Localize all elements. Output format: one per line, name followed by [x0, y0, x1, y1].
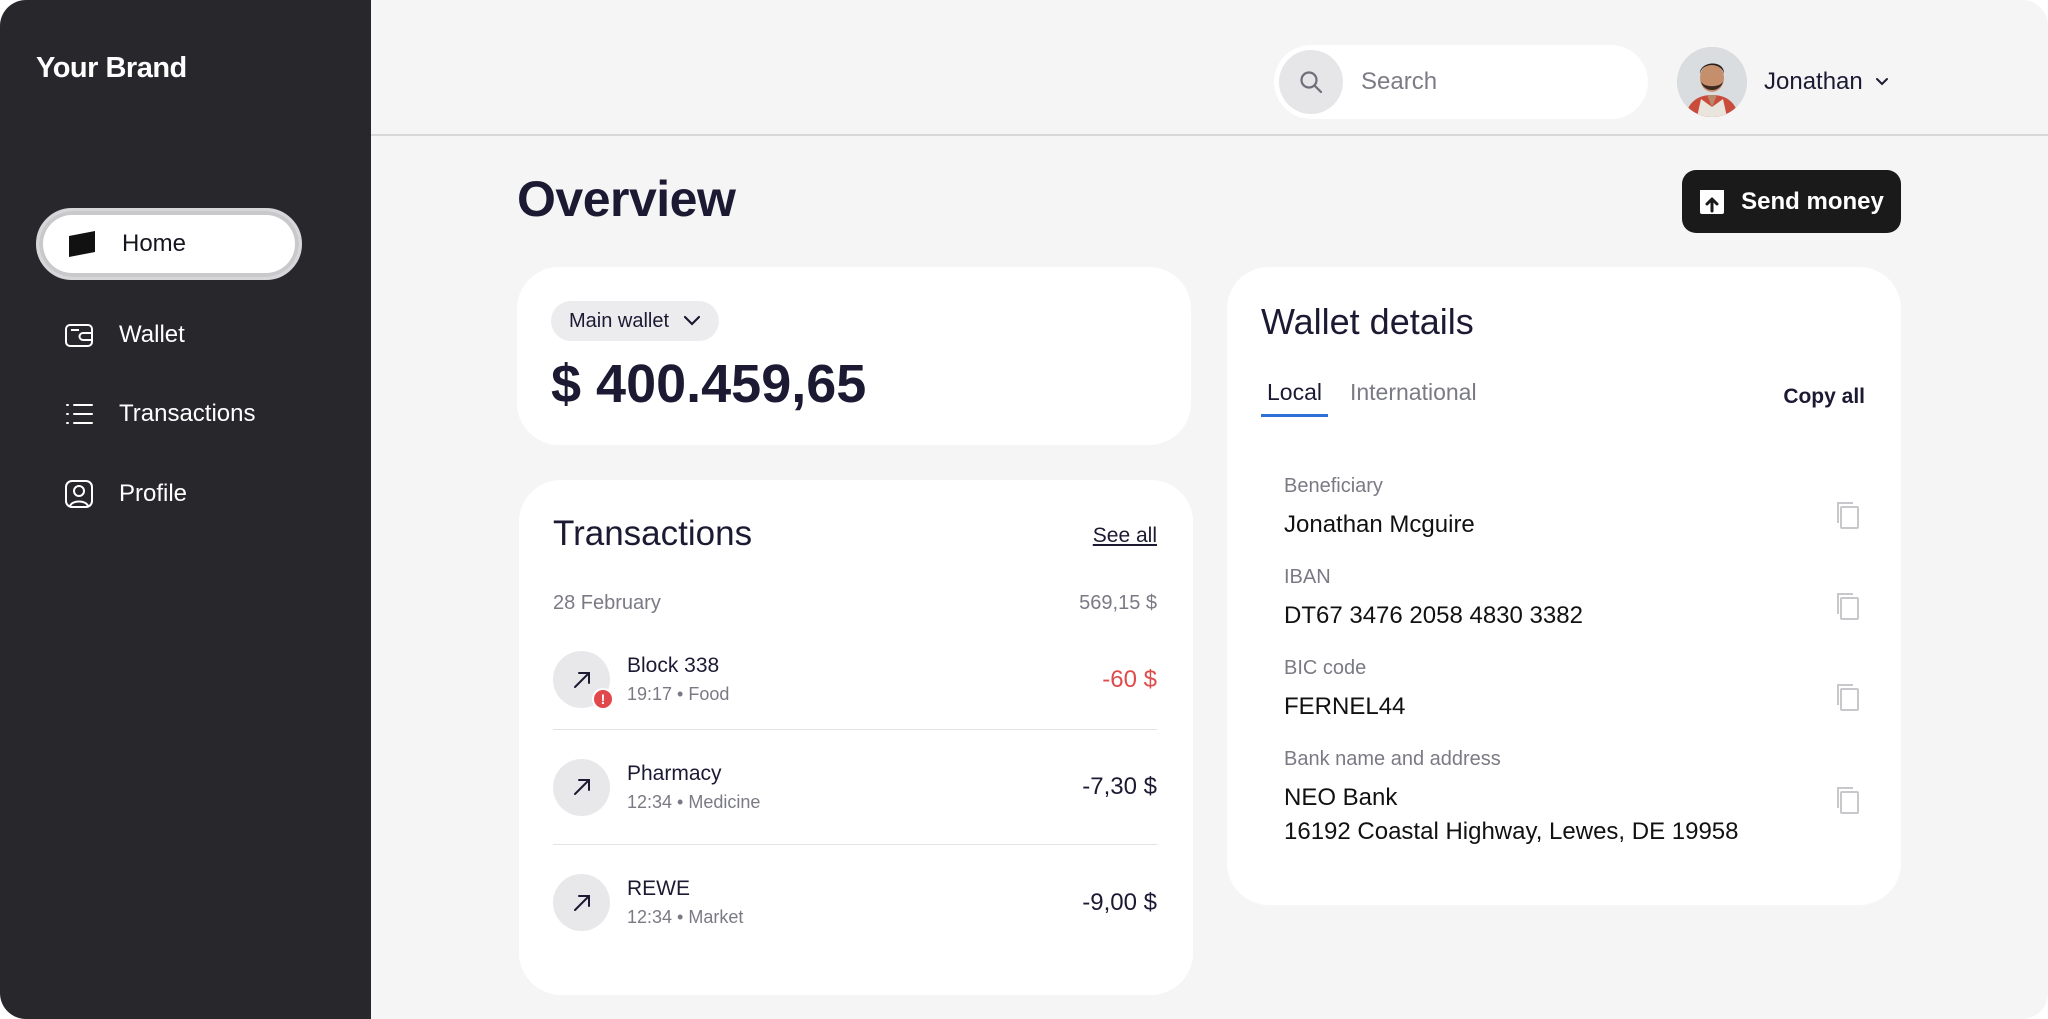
field-value: DT67 3476 2058 4830 3382	[1284, 602, 1583, 629]
copy-icon[interactable]	[1832, 681, 1864, 713]
search-button[interactable]	[1279, 50, 1343, 114]
sidebar-item-home[interactable]: Home	[36, 208, 302, 280]
user-name: Jonathan	[1764, 68, 1863, 95]
field-value: Jonathan Mcguire	[1284, 511, 1475, 538]
profile-icon	[62, 477, 96, 511]
sidebar-item-label: Profile	[119, 480, 188, 507]
tab-local[interactable]: Local	[1261, 379, 1328, 417]
transaction-info: REWE 12:34 • Market	[627, 877, 1082, 928]
alert-icon: !	[592, 688, 614, 710]
send-money-label: Send money	[1741, 187, 1884, 215]
transactions-card: Transactions See all 28 February 569,15 …	[519, 480, 1193, 995]
wallet-details-title: Wallet details	[1261, 301, 1474, 342]
tabs: Local International	[1261, 379, 1499, 417]
transaction-amount: -7,30 $	[1082, 773, 1157, 800]
sidebar-item-label: Home	[122, 230, 187, 257]
field-bic: BIC code FERNEL44	[1284, 657, 1864, 724]
copy-icon[interactable]	[1832, 590, 1864, 622]
list-icon	[62, 397, 96, 431]
field-label: BIC code	[1284, 657, 1367, 679]
avatar	[1677, 47, 1747, 117]
transaction-name: Block 338	[627, 654, 720, 677]
sidebar-item-profile[interactable]: Profile	[36, 458, 302, 530]
transaction-amount: -9,00 $	[1082, 888, 1157, 916]
outgoing-arrow-icon: !	[553, 651, 614, 710]
transaction-meta: 12:34 • Medicine	[627, 791, 761, 812]
table-row[interactable]: Pharmacy 12:34 • Medicine -7,30 $	[553, 730, 1157, 845]
send-icon	[1699, 189, 1725, 215]
bank-address: 16192 Coastal Highway, Lewes, DE 19958	[1284, 818, 1739, 845]
app-window: Your Brand Home Wallet Transactions Prof…	[0, 0, 2048, 1019]
transaction-meta: 12:34 • Market	[627, 907, 744, 927]
send-money-button[interactable]: Send money	[1682, 170, 1901, 233]
search-input[interactable]	[1361, 68, 1631, 96]
wallet-details-card: Wallet details Local International Copy …	[1227, 267, 1901, 905]
see-all-link[interactable]: See all	[1093, 524, 1157, 548]
balance-amount: $ 400.459,65	[551, 354, 867, 414]
copy-all-button[interactable]: Copy all	[1783, 385, 1865, 409]
transaction-meta: 19:17 • Food	[627, 684, 730, 704]
sidebar: Your Brand Home Wallet Transactions Prof…	[0, 0, 371, 1019]
transactions-title: Transactions	[553, 514, 753, 553]
transaction-info: Pharmacy 12:34 • Medicine	[627, 762, 1082, 813]
header-divider	[371, 134, 2048, 136]
bank-name: NEO Bank	[1284, 784, 1398, 811]
field-value: NEO Bank 16192 Coastal Highway, Lewes, D…	[1284, 781, 1864, 849]
sidebar-item-label: Transactions	[119, 400, 256, 427]
wallet-icon	[62, 318, 96, 352]
copy-icon[interactable]	[1832, 499, 1864, 531]
field-iban: IBAN DT67 3476 2058 4830 3382	[1284, 566, 1864, 633]
sidebar-item-wallet[interactable]: Wallet	[36, 299, 302, 371]
transaction-amount: -60 $	[1102, 665, 1157, 693]
transaction-name: REWE	[627, 877, 690, 900]
field-bank-address: Bank name and address NEO Bank 16192 Coa…	[1284, 748, 1864, 849]
page-title: Overview	[517, 171, 736, 227]
user-menu[interactable]: Jonathan	[1677, 47, 1891, 117]
home-icon	[65, 227, 99, 261]
wallet-selector[interactable]: Main wallet	[551, 301, 720, 341]
field-value: FERNEL44	[1284, 693, 1406, 720]
field-beneficiary: Beneficiary Jonathan Mcguire	[1284, 475, 1864, 542]
search-bar	[1274, 45, 1648, 119]
tab-international[interactable]: International	[1344, 379, 1483, 417]
sidebar-item-transactions[interactable]: Transactions	[36, 378, 302, 450]
table-row[interactable]: REWE 12:34 • Market -9,00 $	[553, 845, 1157, 960]
date-label: 28 February	[553, 592, 661, 614]
outgoing-arrow-icon	[553, 874, 610, 931]
table-row[interactable]: ! Block 338 19:17 • Food -60 $	[553, 630, 1157, 730]
chevron-down-icon	[683, 315, 701, 327]
sidebar-item-label: Wallet	[119, 321, 185, 348]
transaction-name: Pharmacy	[627, 761, 722, 785]
brand-logo: Your Brand	[36, 52, 187, 84]
chevron-down-icon	[1875, 74, 1891, 90]
search-icon	[1300, 71, 1323, 94]
field-label: Beneficiary	[1284, 475, 1383, 497]
balance-card: Main wallet $ 400.459,65	[517, 267, 1191, 445]
field-label: IBAN	[1284, 566, 1331, 588]
wallet-selector-label: Main wallet	[569, 309, 670, 332]
copy-icon[interactable]	[1832, 784, 1864, 816]
date-group-header: 28 February 569,15 $	[553, 592, 1157, 615]
field-label: Bank name and address	[1284, 748, 1501, 770]
date-total: 569,15 $	[1079, 592, 1157, 614]
outgoing-arrow-icon	[553, 758, 610, 816]
transaction-info: Block 338 19:17 • Food	[627, 654, 1102, 705]
